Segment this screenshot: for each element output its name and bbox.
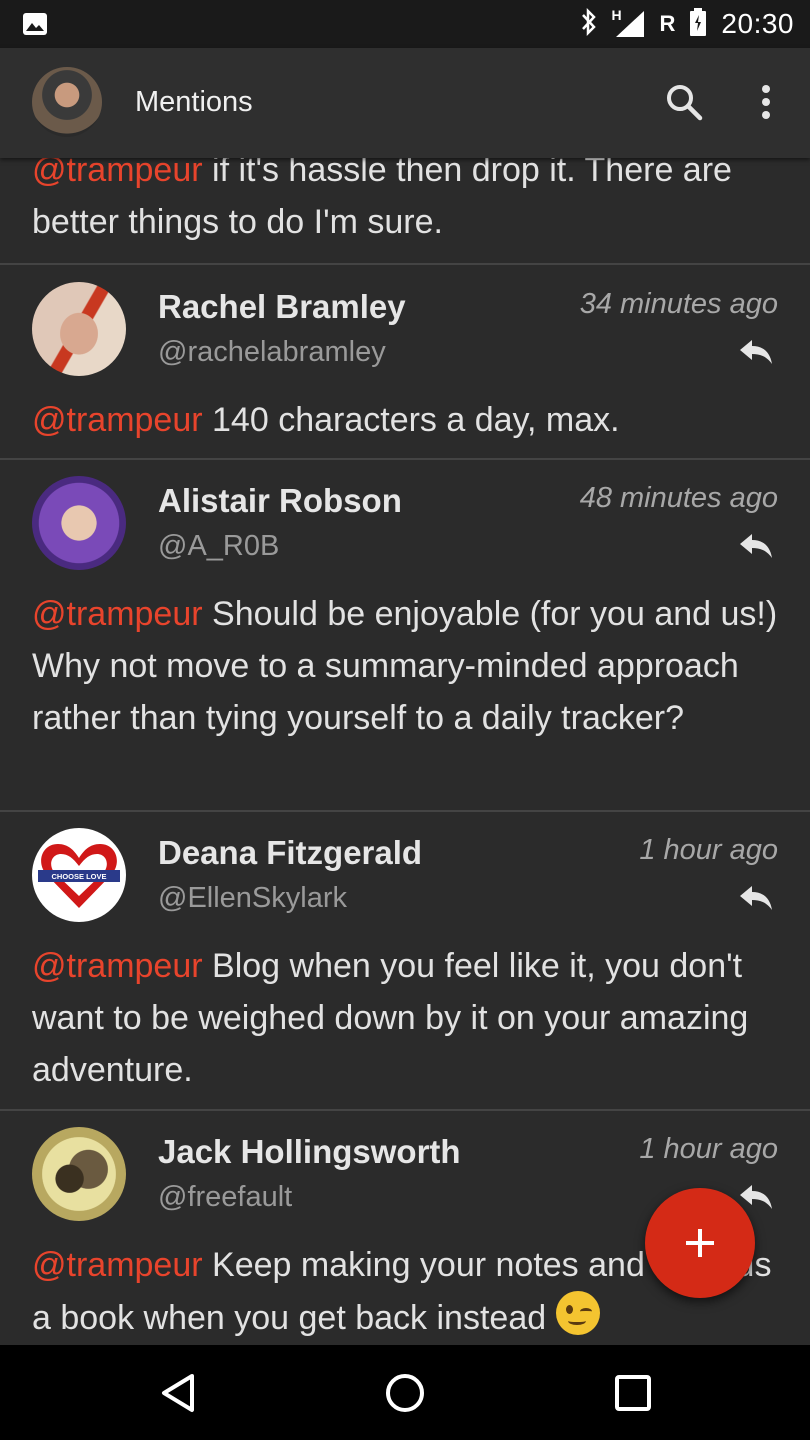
- page-title: Mentions: [135, 86, 253, 118]
- nav-back-button[interactable]: [148, 1367, 208, 1419]
- mention-link[interactable]: @trampeur: [32, 158, 203, 189]
- roaming-label: R: [659, 11, 676, 36]
- tweet-body: 140 characters a day, max.: [202, 401, 620, 439]
- author-name[interactable]: Deana Fitzgerald: [158, 834, 422, 872]
- tweet-item[interactable]: @trampeur if it's hassle then drop it. T…: [0, 158, 810, 265]
- mention-link[interactable]: @trampeur: [32, 401, 203, 439]
- reply-icon: [740, 1185, 772, 1209]
- recents-icon: [615, 1375, 651, 1411]
- tweet-text: @trampeur 140 characters a day, max.: [32, 394, 780, 446]
- avatar[interactable]: [32, 476, 126, 570]
- status-bar: H R 20:30: [0, 0, 810, 48]
- app-bar: Mentions: [0, 48, 810, 158]
- avatar[interactable]: CHOOSE LOVE: [32, 828, 126, 922]
- more-vert-icon: [762, 85, 770, 119]
- compose-button[interactable]: [645, 1188, 755, 1298]
- author-handle[interactable]: @rachelabramley: [158, 336, 386, 369]
- plus-icon: [686, 1229, 714, 1257]
- tweet-item[interactable]: Alistair Robson @A_R0B 48 minutes ago @t…: [0, 460, 810, 812]
- tweet-item[interactable]: Rachel Bramley @rachelabramley 34 minute…: [0, 266, 810, 460]
- nav-recents-button[interactable]: [603, 1367, 663, 1419]
- avatar[interactable]: [32, 1127, 126, 1221]
- mention-link[interactable]: @trampeur: [32, 1246, 203, 1284]
- home-icon: [386, 1374, 424, 1412]
- mention-link[interactable]: @trampeur: [32, 595, 203, 633]
- image-icon: [22, 12, 48, 41]
- reply-button[interactable]: [738, 532, 774, 560]
- bluetooth-icon: [580, 7, 598, 41]
- system-nav-bar: [0, 1345, 810, 1440]
- nav-home-button[interactable]: [375, 1367, 435, 1419]
- tweet-timestamp: 48 minutes ago: [579, 482, 778, 514]
- tweet-item[interactable]: CHOOSE LOVE Deana Fitzgerald @EllenSkyla…: [0, 812, 810, 1111]
- author-handle[interactable]: @A_R0B: [158, 530, 279, 563]
- status-icons: H R 20:30: [580, 0, 794, 48]
- author-name[interactable]: Jack Hollingsworth: [158, 1133, 461, 1171]
- reply-button[interactable]: [738, 884, 774, 912]
- overflow-menu-button[interactable]: [744, 78, 788, 126]
- tweet-text: @trampeur Blog when you feel like it, yo…: [32, 940, 780, 1096]
- reply-icon: [740, 534, 772, 558]
- tweet-timestamp: 34 minutes ago: [579, 288, 778, 320]
- author-handle[interactable]: @freefault: [158, 1181, 292, 1214]
- reply-button[interactable]: [738, 1183, 774, 1211]
- avatar[interactable]: [32, 282, 126, 376]
- wink-emoji-icon: [555, 1291, 600, 1335]
- author-handle[interactable]: @EllenSkylark: [158, 882, 347, 915]
- profile-avatar[interactable]: [32, 67, 102, 137]
- search-button[interactable]: [660, 78, 708, 126]
- battery-icon: [689, 7, 707, 42]
- author-name[interactable]: Rachel Bramley: [158, 288, 406, 326]
- tweet-text: @trampeur Should be enjoyable (for you a…: [32, 588, 780, 744]
- mention-link[interactable]: @trampeur: [32, 947, 203, 985]
- avatar-text: CHOOSE LOVE: [51, 872, 106, 881]
- status-time: 20:30: [721, 8, 794, 39]
- tweet-timestamp: 1 hour ago: [639, 834, 778, 866]
- back-icon: [162, 1374, 194, 1412]
- author-name[interactable]: Alistair Robson: [158, 482, 402, 520]
- search-icon: [667, 85, 703, 121]
- reply-icon: [740, 340, 772, 364]
- signal-icon: H: [611, 7, 646, 39]
- tweet-timestamp: 1 hour ago: [639, 1133, 778, 1165]
- mentions-feed[interactable]: @trampeur if it's hassle then drop it. T…: [0, 158, 810, 1345]
- reply-button[interactable]: [738, 338, 774, 366]
- tweet-text: @trampeur if it's hassle then drop it. T…: [32, 158, 780, 248]
- reply-icon: [740, 886, 772, 910]
- network-type-label: H: [611, 7, 622, 23]
